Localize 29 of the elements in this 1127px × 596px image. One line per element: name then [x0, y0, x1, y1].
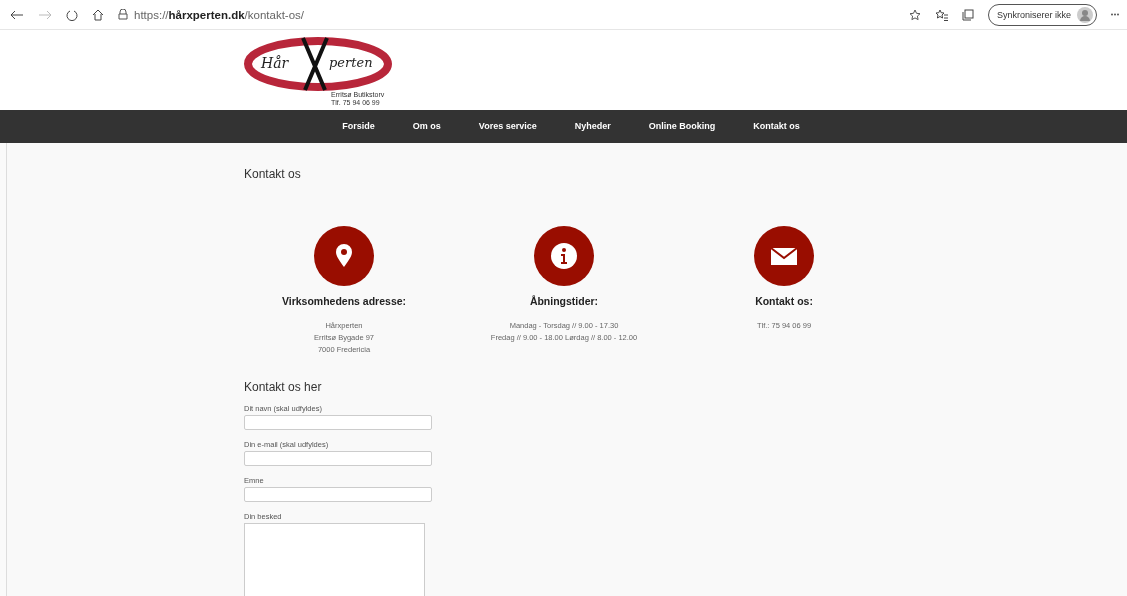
- avatar-icon: [1077, 6, 1093, 23]
- message-field[interactable]: [244, 523, 425, 596]
- nav-link[interactable]: Forside: [323, 110, 394, 143]
- nav-link[interactable]: Vores service: [459, 110, 556, 143]
- nav-link[interactable]: Nyheder: [555, 110, 630, 143]
- refresh-icon[interactable]: [66, 8, 78, 21]
- input-field[interactable]: [244, 415, 432, 430]
- location-pin-icon: [314, 226, 374, 286]
- form-title: Kontakt os her: [244, 380, 323, 394]
- home-icon[interactable]: [92, 8, 104, 21]
- page-title: Kontakt os: [244, 167, 302, 181]
- info-heading: Åbningstider:: [529, 295, 599, 307]
- more-icon[interactable]: [1111, 13, 1119, 16]
- star-icon[interactable]: [908, 8, 921, 21]
- favorites-icon[interactable]: [934, 8, 948, 21]
- nav-link[interactable]: Kontakt os: [734, 110, 819, 143]
- collections-icon[interactable]: [961, 8, 974, 21]
- input-field[interactable]: [244, 451, 432, 466]
- info-heading: Virksomhedens adresse:: [281, 295, 407, 307]
- nav-link[interactable]: Online Booking: [629, 110, 735, 143]
- sync-button[interactable]: Synkroniserer ikke: [987, 3, 1097, 26]
- envelope-icon: [754, 226, 814, 286]
- info-heading: Kontakt os:: [755, 295, 813, 307]
- nav-link[interactable]: Om os: [393, 110, 460, 143]
- info-icon: [534, 226, 594, 286]
- back-icon[interactable]: [10, 9, 24, 20]
- lock-icon: [118, 9, 128, 20]
- address-bar-url[interactable]: https://hårxperten.dk/kontakt-os/: [134, 8, 305, 21]
- input-field[interactable]: [244, 487, 432, 502]
